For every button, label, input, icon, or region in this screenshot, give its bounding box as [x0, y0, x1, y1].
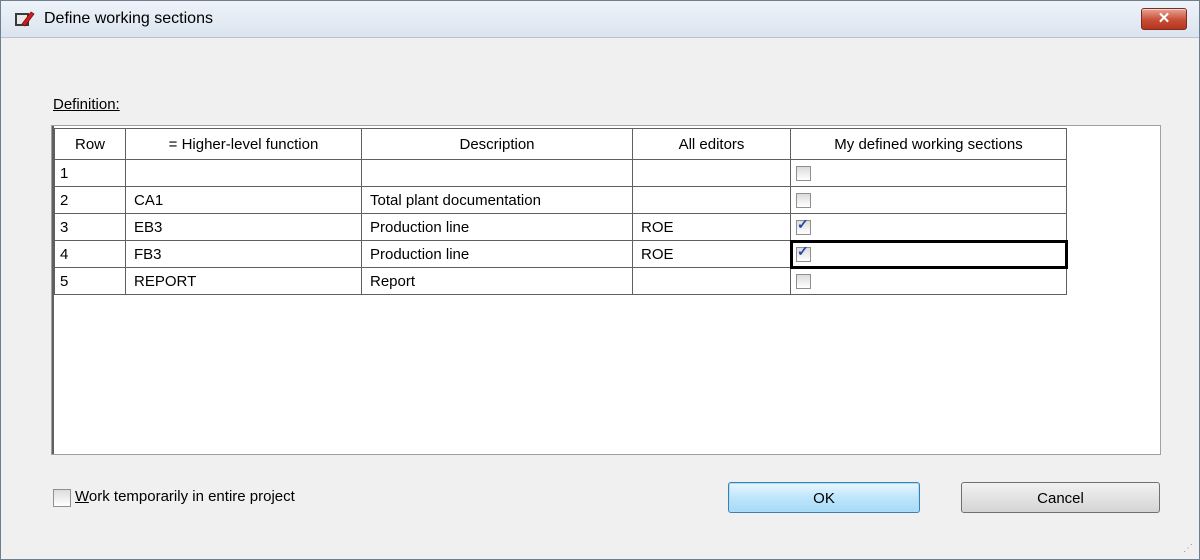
column-header-row[interactable]: Row: [54, 128, 126, 160]
app-icon: [15, 11, 35, 27]
ok-button[interactable]: OK: [728, 482, 920, 513]
description-cell[interactable]: Production line: [361, 240, 633, 268]
editors-cell[interactable]: [632, 267, 791, 295]
row-number-cell[interactable]: 4: [54, 240, 126, 268]
table-header-row: Row = Higher-level function Description …: [54, 128, 1067, 160]
row-number-cell[interactable]: 1: [54, 159, 126, 187]
editors-cell[interactable]: ROE: [632, 240, 791, 268]
working-section-checkbox[interactable]: [796, 274, 811, 290]
editors-cell[interactable]: [632, 186, 791, 214]
work-temporarily-label[interactable]: Work temporarily in entire project: [75, 488, 295, 505]
table-row[interactable]: 1: [54, 159, 1067, 187]
row-number-cell[interactable]: 5: [54, 267, 126, 295]
dialog-window: Define working sections ✕ Definition: Ro…: [0, 0, 1200, 560]
description-cell[interactable]: [361, 159, 633, 187]
function-cell[interactable]: FB3: [125, 240, 362, 268]
table-row[interactable]: 3 EB3 Production line ROE: [54, 213, 1067, 241]
working-sections-grid[interactable]: Row = Higher-level function Description …: [51, 125, 1161, 455]
working-section-checkbox[interactable]: [796, 216, 811, 236]
working-section-checkbox[interactable]: [796, 243, 811, 263]
working-sections-table: Row = Higher-level function Description …: [54, 128, 1068, 295]
close-icon: ✕: [1157, 10, 1171, 27]
work-temporarily-checkbox[interactable]: [53, 489, 71, 507]
working-section-cell[interactable]: [790, 186, 1067, 214]
working-section-cell[interactable]: [790, 159, 1067, 187]
column-header-description[interactable]: Description: [361, 128, 633, 160]
working-section-checkbox[interactable]: [796, 193, 811, 209]
description-cell[interactable]: Total plant documentation: [361, 186, 633, 214]
row-number-cell[interactable]: 3: [54, 213, 126, 241]
resize-grip-icon[interactable]: ⋰: [1183, 543, 1195, 555]
function-cell[interactable]: CA1: [125, 186, 362, 214]
close-button[interactable]: ✕: [1141, 8, 1187, 30]
column-header-working-sections[interactable]: My defined working sections: [790, 128, 1067, 160]
working-section-cell[interactable]: [789, 239, 1068, 269]
function-cell[interactable]: [125, 159, 362, 187]
definition-label-text: Definition:: [53, 96, 120, 113]
row-number-cell[interactable]: 2: [54, 186, 126, 214]
working-section-cell[interactable]: [790, 213, 1067, 241]
editors-cell[interactable]: [632, 159, 791, 187]
definition-label: Definition:: [53, 96, 120, 113]
working-section-checkbox[interactable]: [796, 166, 811, 182]
function-cell[interactable]: EB3: [125, 213, 362, 241]
title-bar[interactable]: Define working sections ✕: [1, 1, 1199, 38]
description-cell[interactable]: Report: [361, 267, 633, 295]
column-header-editors[interactable]: All editors: [632, 128, 791, 160]
table-row[interactable]: 4 FB3 Production line ROE: [54, 239, 1068, 269]
function-cell[interactable]: REPORT: [125, 267, 362, 295]
editors-cell[interactable]: ROE: [632, 213, 791, 241]
column-header-function[interactable]: = Higher-level function: [125, 128, 362, 160]
table-row[interactable]: 5 REPORT Report: [54, 267, 1067, 295]
table-row[interactable]: 2 CA1 Total plant documentation: [54, 186, 1067, 214]
description-cell[interactable]: Production line: [361, 213, 633, 241]
window-title: Define working sections: [44, 10, 213, 27]
working-section-cell[interactable]: [790, 267, 1067, 295]
cancel-button[interactable]: Cancel: [961, 482, 1160, 513]
